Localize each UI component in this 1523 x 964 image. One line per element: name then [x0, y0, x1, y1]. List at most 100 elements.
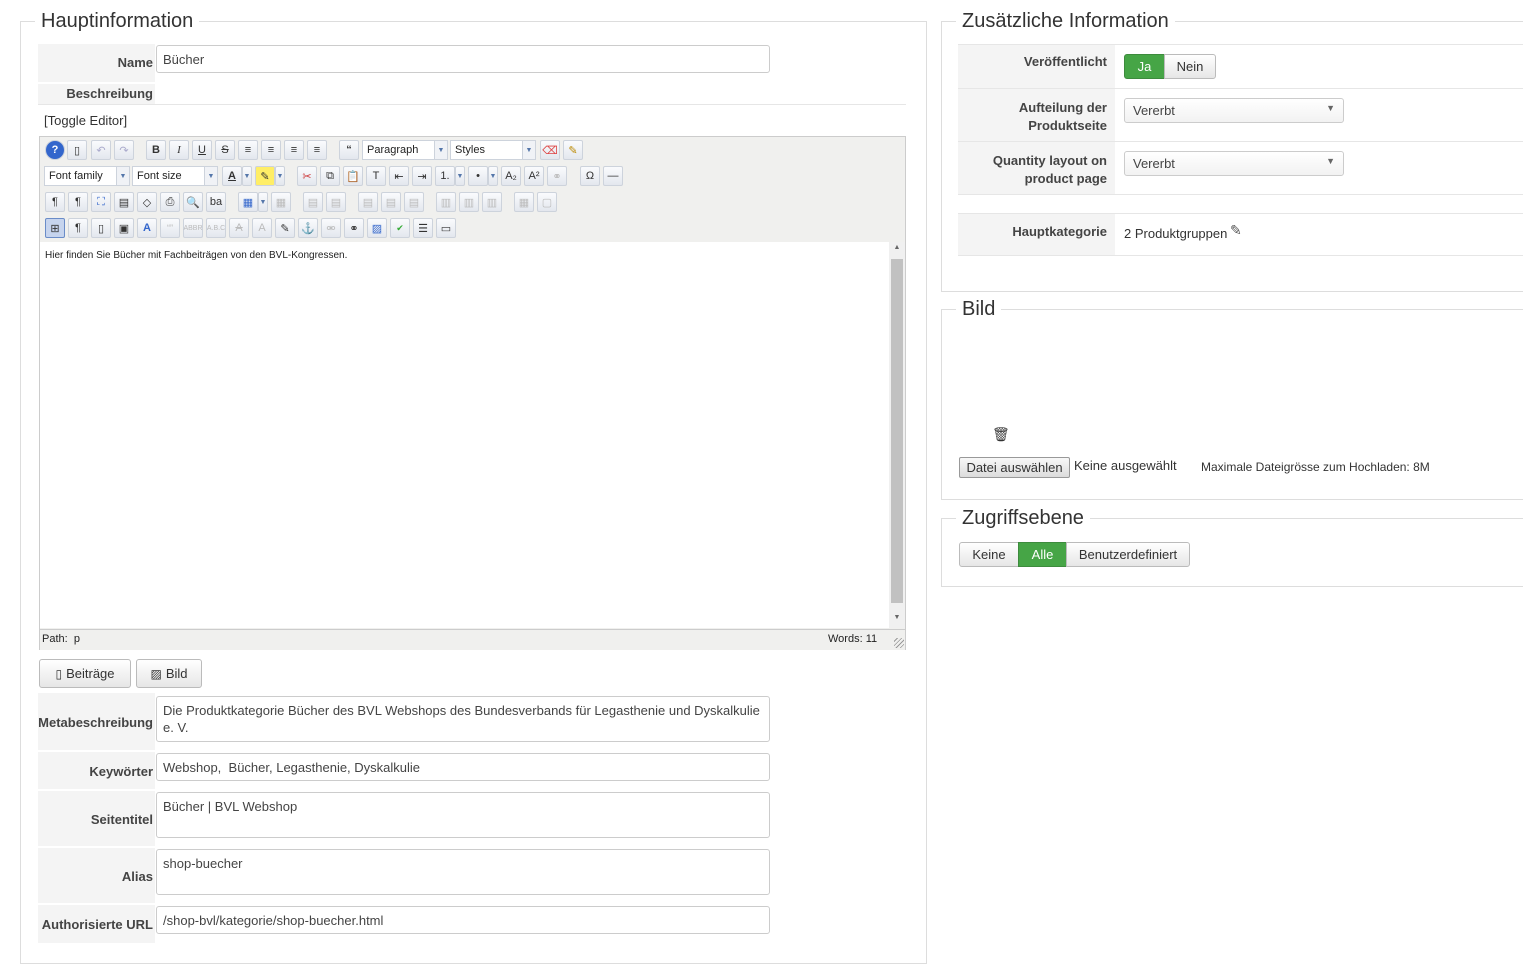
access-alle-button[interactable]: Alle: [1018, 542, 1067, 567]
blockquote-icon[interactable]: “: [339, 140, 359, 160]
pagebreak-icon[interactable]: ☰: [413, 218, 433, 238]
redo-icon[interactable]: ↷: [114, 140, 134, 160]
font-family-select[interactable]: Font family ▼: [44, 166, 130, 186]
outdent-icon[interactable]: ⇤: [389, 166, 409, 186]
published-yes-button[interactable]: Ja: [1124, 54, 1165, 79]
title-textarea[interactable]: Bücher | BVL Webshop: [156, 792, 770, 838]
path-value[interactable]: p: [74, 633, 80, 645]
insert-frame-icon[interactable]: ▣: [114, 218, 134, 238]
split-label-line1: Aufteilung der: [1018, 100, 1107, 115]
table-dropdown-icon[interactable]: ▼: [258, 192, 268, 212]
paste-text-icon[interactable]: T: [366, 166, 386, 186]
paste-icon[interactable]: 📋: [343, 166, 363, 186]
keywords-label: Keywörter: [89, 764, 153, 779]
show-blocks-icon[interactable]: ¶: [68, 218, 88, 238]
editor-content-area[interactable]: [40, 242, 889, 628]
source-code-icon[interactable]: ◇: [137, 192, 157, 212]
subscript-icon[interactable]: A₂: [501, 166, 521, 186]
file-choose-button[interactable]: Datei auswählen: [959, 457, 1070, 478]
ordered-list-icon[interactable]: 1.: [435, 166, 455, 186]
attribs-icon[interactable]: ✎: [275, 218, 295, 238]
split-select[interactable]: Vererbt ▼: [1124, 98, 1344, 123]
print-icon[interactable]: ⎙: [160, 192, 180, 212]
special-char-icon[interactable]: Ω: [580, 166, 600, 186]
italic-icon[interactable]: I: [169, 140, 189, 160]
scroll-down-icon[interactable]: ▼: [889, 614, 905, 621]
name-label: Name: [117, 55, 153, 70]
qty-select[interactable]: Vererbt ▼: [1124, 151, 1344, 176]
scroll-thumb[interactable]: [891, 259, 903, 603]
image-icon[interactable]: ▨: [367, 218, 387, 238]
trash-icon[interactable]: 🗑: [992, 426, 1010, 443]
meta-textarea[interactable]: Die Produktkategorie Bücher des BVL Webs…: [156, 696, 770, 742]
text-color-icon[interactable]: A: [222, 166, 242, 186]
bold-icon[interactable]: B: [146, 140, 166, 160]
indent-icon[interactable]: ⇥: [412, 166, 432, 186]
copy-icon[interactable]: ⧉: [320, 166, 340, 186]
max-size-text: Maximale Dateigrösse zum Hochladen: 8M: [1201, 460, 1430, 474]
url-input[interactable]: /shop-bvl/kategorie/shop-buecher.html: [156, 906, 770, 934]
eraser-icon[interactable]: ⌫: [540, 140, 560, 160]
anchor-icon[interactable]: ⚓: [298, 218, 318, 238]
picture-icon: ▨: [150, 666, 162, 681]
beitraege-button[interactable]: ▯ Beiträge: [39, 659, 131, 688]
visual-aid-icon[interactable]: ⊞: [45, 218, 65, 238]
bullet-list-icon[interactable]: •: [468, 166, 488, 186]
bullet-list-dropdown-icon[interactable]: ▼: [488, 166, 498, 186]
name-input[interactable]: Bücher: [156, 45, 770, 73]
styles-select-label: Styles: [455, 144, 485, 156]
undo-icon[interactable]: ↶: [91, 140, 111, 160]
superscript-icon[interactable]: A²: [524, 166, 544, 186]
paragraph-select[interactable]: Paragraph ▼: [362, 140, 448, 160]
fullscreen-icon[interactable]: ⛶: [91, 192, 111, 212]
qty-label-line2: product page: [1024, 171, 1107, 186]
ltr-icon[interactable]: ¶: [45, 192, 65, 212]
new-document-icon[interactable]: ▯: [67, 140, 87, 160]
access-custom-button[interactable]: Benutzerdefiniert: [1066, 542, 1190, 567]
highlight-dropdown-icon[interactable]: ▼: [275, 166, 285, 186]
bild-button[interactable]: ▨ Bild: [136, 659, 202, 688]
access-keine-button[interactable]: Keine: [959, 542, 1019, 567]
paragraph-select-label: Paragraph: [367, 144, 419, 156]
strikethrough-icon[interactable]: S: [215, 140, 235, 160]
chevron-down-icon: ▼: [116, 167, 129, 185]
link-icon[interactable]: ⚭: [344, 218, 364, 238]
find-icon[interactable]: 🔍: [183, 192, 203, 212]
style-props-icon[interactable]: A: [137, 218, 157, 238]
template-icon[interactable]: ▤: [114, 192, 134, 212]
chevron-down-icon: ▼: [204, 167, 217, 185]
qty-select-value: Vererbt: [1133, 156, 1175, 171]
ordered-list-dropdown-icon[interactable]: ▼: [455, 166, 465, 186]
underline-icon[interactable]: U: [192, 140, 212, 160]
align-justify-icon[interactable]: ≡: [238, 140, 258, 160]
replace-icon[interactable]: ba: [206, 192, 226, 212]
bild-label: Bild: [165, 666, 188, 681]
insert-file-icon[interactable]: ▯: [91, 218, 111, 238]
readmore-icon[interactable]: ▭: [436, 218, 456, 238]
unlink-icon: ⚮: [321, 218, 341, 238]
scroll-up-icon[interactable]: ▲: [889, 244, 905, 251]
help-icon[interactable]: ?: [45, 140, 65, 160]
styles-select[interactable]: Styles ▼: [450, 140, 536, 160]
cut-icon[interactable]: ✂: [297, 166, 317, 186]
pencil-icon[interactable]: ✎: [1230, 222, 1242, 239]
toggle-editor-link[interactable]: [Toggle Editor]: [44, 113, 127, 128]
resize-handle-icon[interactable]: [894, 638, 904, 648]
highlight-color-icon[interactable]: ✎: [255, 166, 275, 186]
align-left-icon[interactable]: ≡: [284, 140, 304, 160]
row-props-icon: ▤: [303, 192, 323, 212]
published-no-button[interactable]: Nein: [1164, 54, 1216, 79]
spellcheck-icon[interactable]: ✔: [390, 218, 410, 238]
font-size-select[interactable]: Font size ▼: [132, 166, 218, 186]
cleanup-broom-icon[interactable]: ✎: [563, 140, 583, 160]
rtl-icon[interactable]: ¶: [68, 192, 88, 212]
insert-table-icon[interactable]: ▦: [238, 192, 258, 212]
alias-textarea[interactable]: shop-buecher: [156, 849, 770, 895]
horizontal-rule-icon[interactable]: —: [603, 166, 623, 186]
meta-label: Metabeschreibung: [38, 715, 153, 730]
align-center-icon[interactable]: ≡: [261, 140, 281, 160]
split-label: Aufteilung der Produktseite: [958, 99, 1107, 135]
keywords-textarea[interactable]: Webshop, Bücher, Legasthenie, Dyskalkuli…: [156, 753, 770, 781]
text-color-dropdown-icon[interactable]: ▼: [242, 166, 252, 186]
align-right-icon[interactable]: ≡: [307, 140, 327, 160]
